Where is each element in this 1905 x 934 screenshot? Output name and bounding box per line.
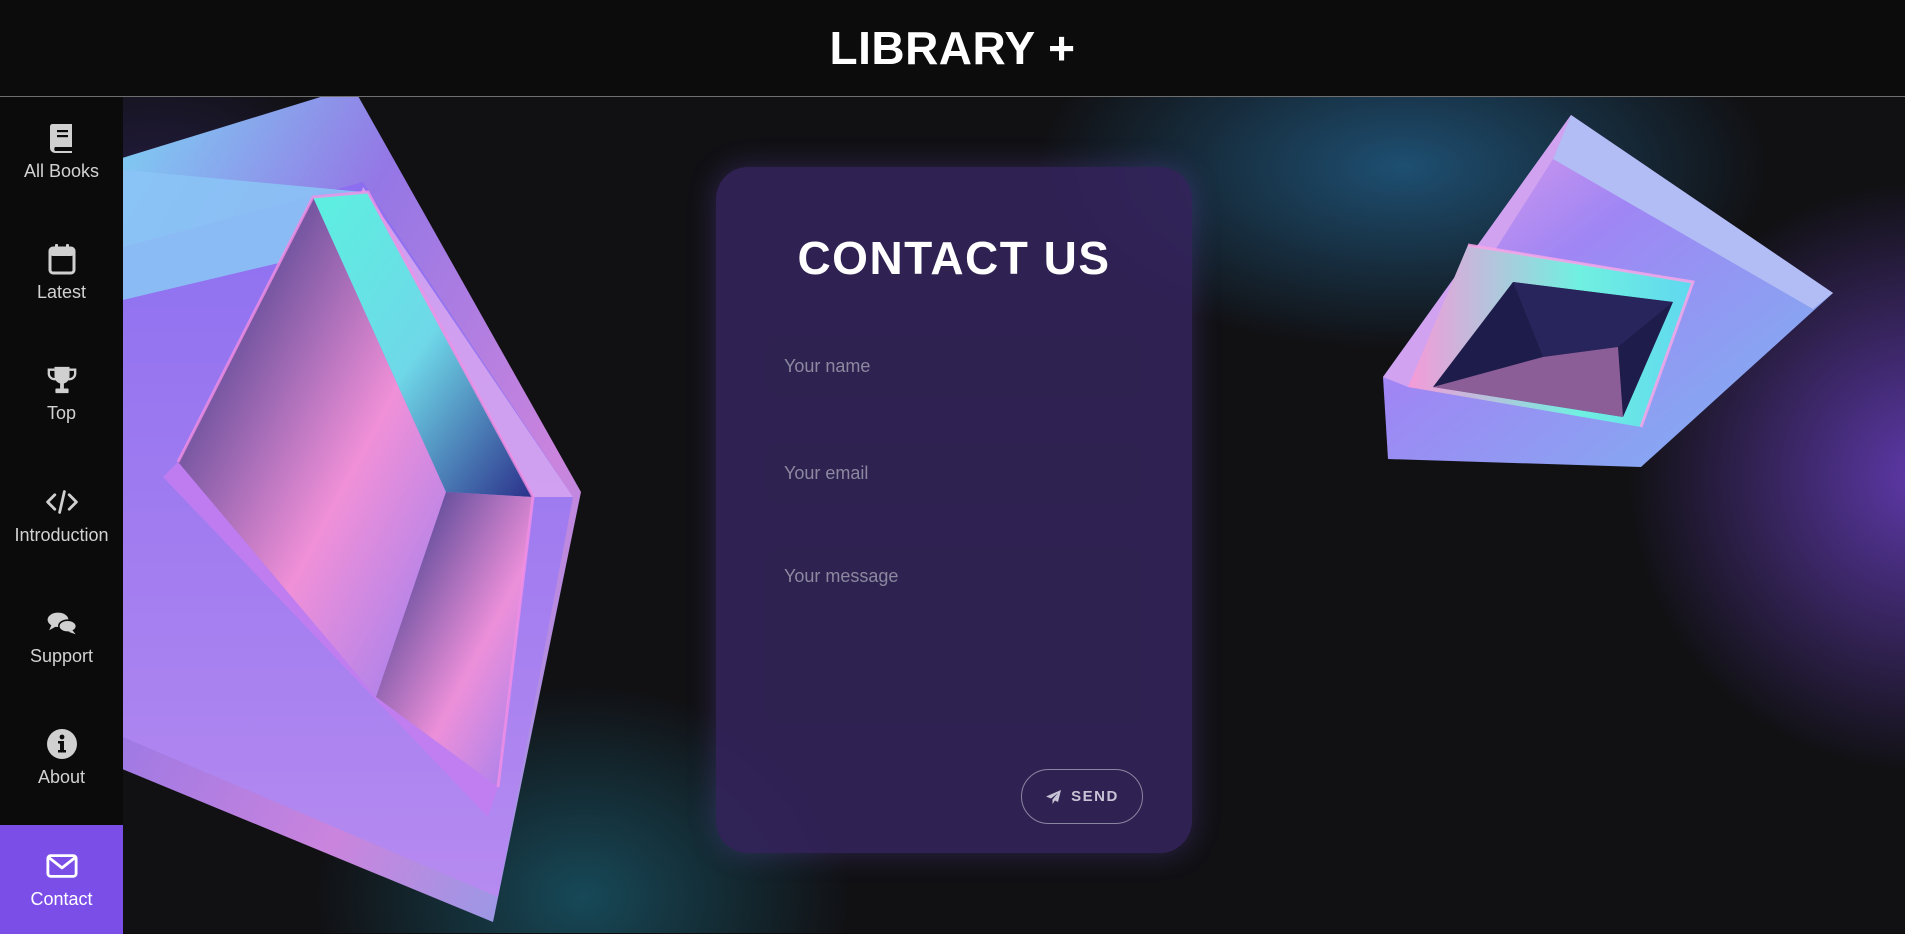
app-header: LIBRARY + xyxy=(0,0,1905,97)
info-icon xyxy=(46,727,78,761)
send-button[interactable]: SEND xyxy=(1021,769,1143,824)
sidebar-item-support[interactable]: Support xyxy=(0,582,123,691)
book-icon xyxy=(46,121,78,155)
sidebar-item-label: Support xyxy=(29,646,94,666)
chat-icon xyxy=(46,606,78,640)
message-textarea[interactable] xyxy=(766,548,1142,723)
sidebar-item-label: About xyxy=(37,767,86,787)
sidebar: All Books Latest Top Introduction Suppor… xyxy=(0,97,123,934)
sidebar-item-introduction[interactable]: Introduction xyxy=(0,461,123,570)
sidebar-item-label: Top xyxy=(46,403,77,423)
contact-title: CONTACT US xyxy=(797,232,1111,284)
envelope-icon xyxy=(45,849,78,883)
email-input[interactable] xyxy=(766,442,1142,504)
calendar-icon xyxy=(46,242,78,276)
sidebar-item-label: All Books xyxy=(23,161,100,181)
send-button-label: SEND xyxy=(1071,788,1119,805)
name-input[interactable] xyxy=(766,335,1142,397)
contact-page: CONTACT US SEND xyxy=(123,97,1905,933)
sidebar-item-label: Latest xyxy=(36,282,87,302)
sidebar-item-latest[interactable]: Latest xyxy=(0,218,123,327)
paper-plane-icon xyxy=(1045,789,1062,805)
sidebar-item-top[interactable]: Top xyxy=(0,339,123,448)
contact-form-card: CONTACT US SEND xyxy=(716,167,1192,853)
sidebar-item-about[interactable]: About xyxy=(0,703,123,812)
app-title: LIBRARY + xyxy=(829,22,1076,74)
sidebar-item-contact[interactable]: Contact xyxy=(0,825,123,934)
sidebar-item-label: Contact xyxy=(30,889,93,909)
sidebar-item-all-books[interactable]: All Books xyxy=(0,97,123,206)
trophy-icon xyxy=(46,363,78,397)
code-icon xyxy=(45,485,78,519)
sidebar-item-label: Introduction xyxy=(14,525,109,545)
